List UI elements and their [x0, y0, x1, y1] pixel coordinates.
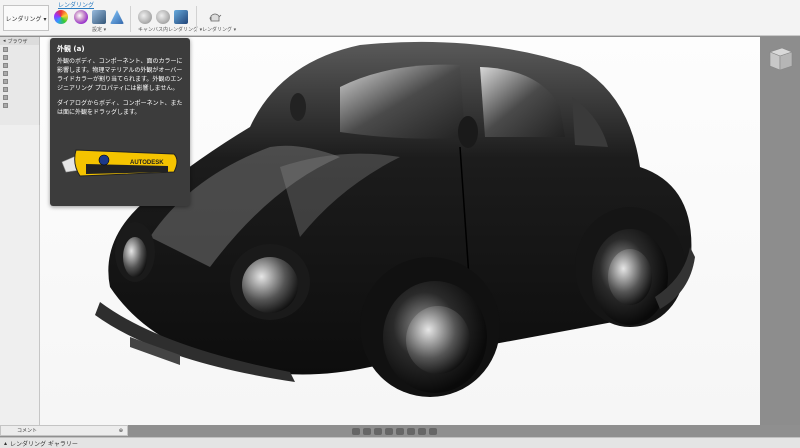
navigation-bar — [352, 426, 442, 436]
teapot-icon — [209, 13, 222, 22]
tooltip-instructions: ダイアログからボディ、コンポーネント、または面に外観をドラッグします。 — [57, 100, 183, 116]
utility-knife-illustration: AUTODESK — [61, 149, 178, 177]
look-at-icon[interactable] — [363, 427, 371, 435]
toolbar: レンダリング ▾ レンダリング 設定 ▾ キャンバス内レンダリング ▾ レンダリ… — [0, 0, 800, 36]
left-panel-background — [0, 125, 40, 425]
browser-row[interactable] — [0, 93, 39, 101]
orbit-icon[interactable] — [352, 427, 360, 435]
body-icon — [3, 102, 8, 108]
appearance-icon[interactable] — [74, 10, 88, 24]
browser-row[interactable] — [0, 53, 39, 61]
comments-label: コメント — [17, 428, 38, 434]
browser-row[interactable] — [0, 85, 39, 93]
display-settings-icon[interactable] — [407, 427, 415, 435]
tooltip-brand: AUTODESK — [130, 160, 164, 166]
workspace-label: レンダリング ▾ — [5, 15, 47, 23]
viewports-icon[interactable] — [429, 427, 437, 435]
browser-row[interactable] — [0, 61, 39, 69]
canvas-render-icon[interactable] — [138, 10, 152, 24]
browser-row[interactable] — [0, 69, 39, 77]
add-comment-icon[interactable]: ⊕ — [119, 428, 123, 434]
right-panel — [760, 37, 800, 425]
viewcube-icon — [769, 47, 793, 71]
render-gallery-bar[interactable]: ▴ レンダリング ギャラリー — [0, 437, 800, 448]
decal-icon[interactable] — [110, 10, 124, 24]
tab-render[interactable]: レンダリング — [58, 0, 95, 9]
capture-image-icon[interactable] — [174, 10, 188, 24]
render-group-label: レンダリング ▾ — [202, 27, 237, 33]
toolbar-separator — [130, 6, 131, 32]
folder-icon — [3, 78, 8, 84]
tooltip-description: 外観のボディ、コンポーネント、面のカラーに影響します。物理マテリアルの外観がオー… — [57, 58, 183, 92]
collapse-icon[interactable]: ◂ — [3, 38, 6, 44]
tooltip-title: 外観 (a) — [57, 45, 85, 53]
browser-header[interactable]: ◂ ブラウザ — [0, 37, 39, 45]
scene-settings-icon[interactable] — [54, 10, 68, 24]
zoom-icon[interactable] — [385, 427, 393, 435]
browser-title: ブラウザ — [7, 38, 28, 45]
folder-icon — [3, 70, 8, 76]
material-icon[interactable] — [92, 10, 106, 24]
toolbar-separator — [196, 6, 197, 32]
appearance-tooltip: 外観 (a) 外観のボディ、コンポーネント、面のカラーに影響します。物理マテリア… — [50, 38, 190, 206]
comments-panel[interactable]: コメント ⊕ — [0, 425, 128, 436]
browser-row[interactable] — [0, 101, 39, 109]
folder-icon — [3, 54, 8, 60]
canvas-render-settings-icon[interactable] — [156, 10, 170, 24]
render-gallery-label: レンダリング ギャラリー — [10, 440, 78, 448]
expand-icon[interactable]: ▴ — [4, 440, 7, 447]
viewcube[interactable] — [766, 44, 794, 72]
component-icon — [3, 46, 8, 52]
grid-settings-icon[interactable] — [418, 427, 426, 435]
setup-group-label: 設定 ▾ — [92, 27, 107, 33]
folder-icon — [3, 86, 8, 92]
render-teapot-icon[interactable] — [208, 10, 222, 24]
browser-row[interactable] — [0, 77, 39, 85]
fit-icon[interactable] — [396, 427, 404, 435]
folder-icon — [3, 94, 8, 100]
workspace-switcher[interactable]: レンダリング ▾ — [3, 5, 49, 31]
canvas-render-group-label: キャンバス内レンダリング ▾ — [138, 27, 203, 33]
folder-icon — [3, 62, 8, 68]
pan-icon[interactable] — [374, 427, 382, 435]
browser-panel: ◂ ブラウザ — [0, 37, 40, 125]
browser-row[interactable] — [0, 45, 39, 53]
